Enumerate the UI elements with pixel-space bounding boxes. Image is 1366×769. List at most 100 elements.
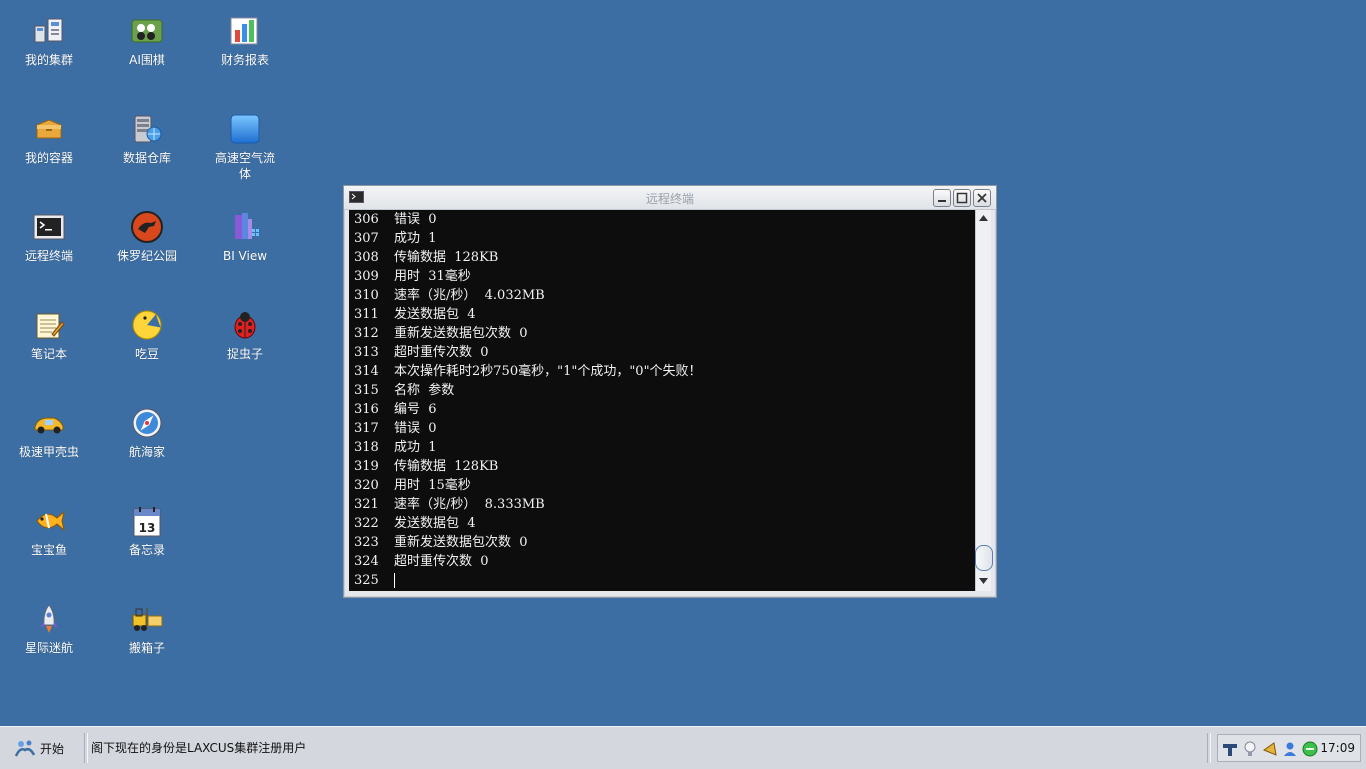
line-number: 325 (354, 573, 379, 588)
user-icon[interactable] (1282, 741, 1298, 757)
terminal-icon (32, 210, 66, 244)
line-text: 传输数据 128KB (394, 250, 499, 265)
terminal-line: 316 编号 6 (349, 400, 975, 419)
desktop-icon-notebook[interactable]: 笔记本 (7, 308, 91, 362)
line-number: 314 (354, 364, 379, 379)
terminal-line: 324 超时重传次数 0 (349, 552, 975, 571)
scroll-down-arrow-icon[interactable] (976, 575, 991, 589)
remote-terminal-window[interactable]: 远程终端 306 错误 0 307 成功 1 308 传输数据 128KB 309 用时 31… (343, 185, 997, 598)
taskbar: 开始 阁下现在的身份是LAXCUS集群注册用户 17:09 (0, 726, 1366, 769)
desktop-icon-data-warehouse[interactable]: 数据仓库 (105, 112, 189, 166)
bi-building-icon (228, 210, 262, 244)
pacman-icon (130, 308, 164, 342)
close-button[interactable] (973, 189, 991, 207)
user-status-text: 阁下现在的身份是LAXCUS集群注册用户 (91, 741, 307, 755)
terminal-line: 307 成功 1 (349, 229, 975, 248)
desktop-icon-memo[interactable]: 13 备忘录 (105, 504, 189, 558)
terminal-line: 317 错误 0 (349, 419, 975, 438)
line-number: 319 (354, 459, 379, 474)
box-icon (32, 112, 66, 146)
svg-text:13: 13 (139, 521, 156, 535)
line-text: 本次操作耗时2秒750毫秒，"1"个成功，"0"个失败！ (394, 364, 702, 379)
desktop-icon-bi-view[interactable]: BI View (203, 210, 287, 264)
compass-icon (130, 406, 164, 440)
network-icon[interactable] (1222, 741, 1238, 757)
line-number: 309 (354, 269, 379, 284)
line-number: 320 (354, 478, 379, 493)
desktop-icon-label: 备忘录 (128, 543, 165, 557)
calendar-icon: 13 (130, 504, 164, 538)
desktop-icon-finance-report[interactable]: 财务报表 (203, 14, 287, 68)
line-text: 名称 参数 (394, 383, 455, 398)
desktop-icon-jurassic-park[interactable]: 侏罗纪公园 (105, 210, 189, 264)
line-number: 306 (354, 212, 379, 227)
line-text: 重新发送数据包次数 0 (394, 535, 528, 550)
speaker-icon[interactable] (1262, 741, 1278, 757)
terminal-line: 320 用时 15毫秒 (349, 476, 975, 495)
line-number: 308 (354, 250, 379, 265)
notepad-icon (32, 308, 66, 342)
terminal-line: 311 发送数据包 4 (349, 305, 975, 324)
desktop-icon-pacman[interactable]: 吃豆 (105, 308, 189, 362)
terminal-line: 306 错误 0 (349, 210, 975, 229)
minimize-button[interactable] (933, 189, 951, 207)
scrollbar-thumb[interactable] (975, 545, 993, 571)
terminal-line: 321 速率（兆/秒） 8.333MB (349, 495, 975, 514)
line-text: 编号 6 (394, 402, 437, 417)
desktop-icon-star-trek[interactable]: 星际迷航 (7, 602, 91, 656)
taskbar-separator (1207, 733, 1211, 763)
maximize-button[interactable] (953, 189, 971, 207)
line-number: 318 (354, 440, 379, 455)
start-label: 开始 (40, 741, 65, 756)
desktop-icon-sokoban[interactable]: 搬箱子 (105, 602, 189, 656)
desktop-icon-remote-terminal[interactable]: 远程终端 (7, 210, 91, 264)
terminal-line: 319 传输数据 128KB (349, 457, 975, 476)
line-text: 发送数据包 4 (394, 516, 476, 531)
terminal-output[interactable]: 306 错误 0 307 成功 1 308 传输数据 128KB 309 用时 31毫秒 310… (349, 210, 975, 591)
rocket-icon (32, 602, 66, 636)
line-text: 成功 1 (394, 231, 437, 246)
line-text: 速率（兆/秒） 8.333MB (394, 497, 545, 512)
go-board-icon (130, 14, 164, 48)
taskbar-separator (84, 733, 88, 763)
line-number: 313 (354, 345, 379, 360)
line-text: 用时 31毫秒 (394, 269, 471, 284)
line-text: 重新发送数据包次数 0 (394, 326, 528, 341)
desktop-icon-label: 我的容器 (24, 151, 73, 165)
terminal-line: 322 发送数据包 4 (349, 514, 975, 533)
clock: 17:09 (1320, 741, 1355, 755)
desktop-icon-label: 侏罗纪公园 (116, 249, 177, 263)
online-status-icon[interactable] (1302, 741, 1318, 757)
desktop-icon-label: 宝宝鱼 (30, 543, 67, 557)
forklift-icon (130, 602, 164, 636)
window-titlebar[interactable]: 远程终端 (344, 186, 996, 210)
desktop-icon-baby-fish[interactable]: 宝宝鱼 (7, 504, 91, 558)
line-number: 322 (354, 516, 379, 531)
desktop-icon-label: 数据仓库 (122, 151, 171, 165)
terminal-line: 312 重新发送数据包次数 0 (349, 324, 975, 343)
terminal-line: 314 本次操作耗时2秒750毫秒，"1"个成功，"0"个失败！ (349, 362, 975, 381)
desktop-icon-air-fluid[interactable]: 高速空气流体 (203, 112, 287, 182)
desktop-icon-my-container[interactable]: 我的容器 (7, 112, 91, 166)
line-number: 321 (354, 497, 379, 512)
start-button[interactable]: 开始 (14, 736, 64, 760)
desktop-icon-navigator[interactable]: 航海家 (105, 406, 189, 460)
desktop-icon-label: 财务报表 (220, 53, 269, 67)
terminal-line: 318 成功 1 (349, 438, 975, 457)
scroll-up-arrow-icon[interactable] (976, 212, 991, 226)
lightbulb-icon[interactable] (1242, 741, 1258, 757)
database-icon (130, 112, 164, 146)
terminal-line: 325 (349, 571, 975, 590)
line-number: 312 (354, 326, 379, 341)
line-text: 超时重传次数 0 (394, 554, 489, 569)
desktop-icon-my-cluster[interactable]: 我的集群 (7, 14, 91, 68)
dinosaur-icon (130, 210, 164, 244)
desktop-icon-speed-beetle[interactable]: 极速甲壳虫 (7, 406, 91, 460)
line-number: 307 (354, 231, 379, 246)
desktop-icon-label: 远程终端 (24, 249, 73, 263)
vertical-scrollbar[interactable] (975, 210, 993, 591)
line-number: 311 (354, 307, 379, 322)
desktop-icon-catch-bugs[interactable]: 捉虫子 (203, 308, 287, 362)
desktop-icon-ai-go[interactable]: AI围棋 (105, 14, 189, 68)
desktop-icon-label: 高速空气流体 (214, 151, 275, 181)
